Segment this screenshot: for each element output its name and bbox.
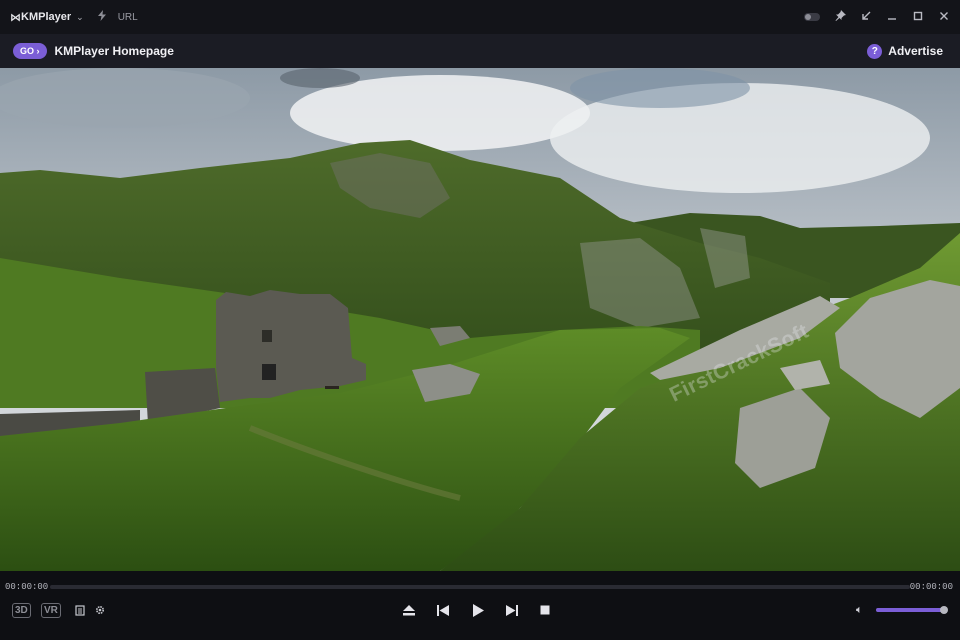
pin-svg <box>835 10 846 21</box>
app-menu-button[interactable]: ⋈ KMPlayer ⌄ <box>10 7 84 27</box>
stop-svg <box>540 605 550 615</box>
3d-badge: 3D <box>12 602 31 618</box>
playlist-svg <box>75 604 85 616</box>
eject-icon[interactable] <box>403 601 415 619</box>
volume-icon[interactable]: 🔈︎ <box>856 603 863 617</box>
chevron-down-icon: ⌄ <box>76 11 84 22</box>
vr-button[interactable]: VR <box>41 601 61 619</box>
window-controls <box>804 0 950 34</box>
3d-button[interactable]: 3D <box>12 601 31 619</box>
shrink-icon[interactable] <box>860 11 872 24</box>
previous-icon[interactable] <box>437 601 449 619</box>
cloud <box>0 68 250 128</box>
cloud <box>570 68 750 108</box>
video-frame[interactable]: FirstCrackSoft <box>0 68 960 571</box>
close-svg <box>940 11 948 20</box>
lightning-svg <box>97 10 106 21</box>
minimize-icon[interactable] <box>886 11 898 24</box>
control-bar: 00:00:00 00:00:00 3D VR 🔈︎ <box>0 571 960 640</box>
kmplayer-logo-icon: ⋈ <box>10 10 21 24</box>
playlist-icon[interactable] <box>75 601 85 619</box>
volume-slider[interactable] <box>876 606 948 614</box>
pin-icon[interactable] <box>834 10 846 24</box>
time-current: 00:00:00 <box>5 582 49 592</box>
previous-svg <box>437 604 449 616</box>
title-bar: ⋈ KMPlayer ⌄ URL <box>0 0 960 34</box>
video-scene <box>0 68 960 571</box>
next-svg <box>506 604 518 616</box>
cloud <box>280 68 360 88</box>
advertise-label: Advertise <box>888 44 943 58</box>
toggle-switch[interactable] <box>804 13 820 21</box>
seek-bar[interactable] <box>50 585 910 589</box>
volume-knob[interactable] <box>939 606 948 614</box>
homepage-bar: GO › KMPlayer Homepage ? Advertise <box>0 34 960 68</box>
minimize-svg <box>888 17 896 20</box>
close-icon[interactable] <box>938 11 950 24</box>
castle-window <box>262 330 272 342</box>
settings-gear-icon[interactable] <box>94 601 106 619</box>
app-name: KMPlayer <box>21 11 72 23</box>
eject-svg <box>403 604 415 615</box>
vr-badge: VR <box>41 602 61 618</box>
homepage-link[interactable]: KMPlayer Homepage <box>55 44 174 58</box>
castle-doorway <box>262 364 276 380</box>
next-icon[interactable] <box>506 601 518 619</box>
gear-svg <box>95 605 105 615</box>
maximize-svg <box>913 11 923 20</box>
advertise-button[interactable]: ? Advertise <box>867 34 943 68</box>
volume-fill <box>876 608 944 612</box>
go-button[interactable]: GO › <box>13 43 47 59</box>
lightning-icon[interactable] <box>97 10 106 24</box>
play-icon[interactable] <box>473 601 484 619</box>
stop-icon[interactable] <box>540 601 550 619</box>
shrink-svg <box>862 11 871 20</box>
help-icon: ? <box>867 43 883 59</box>
maximize-icon[interactable] <box>912 11 924 24</box>
time-total: 00:00:00 <box>909 582 953 592</box>
play-svg <box>473 603 484 617</box>
bench <box>325 386 339 389</box>
url-button[interactable]: URL <box>118 12 138 23</box>
